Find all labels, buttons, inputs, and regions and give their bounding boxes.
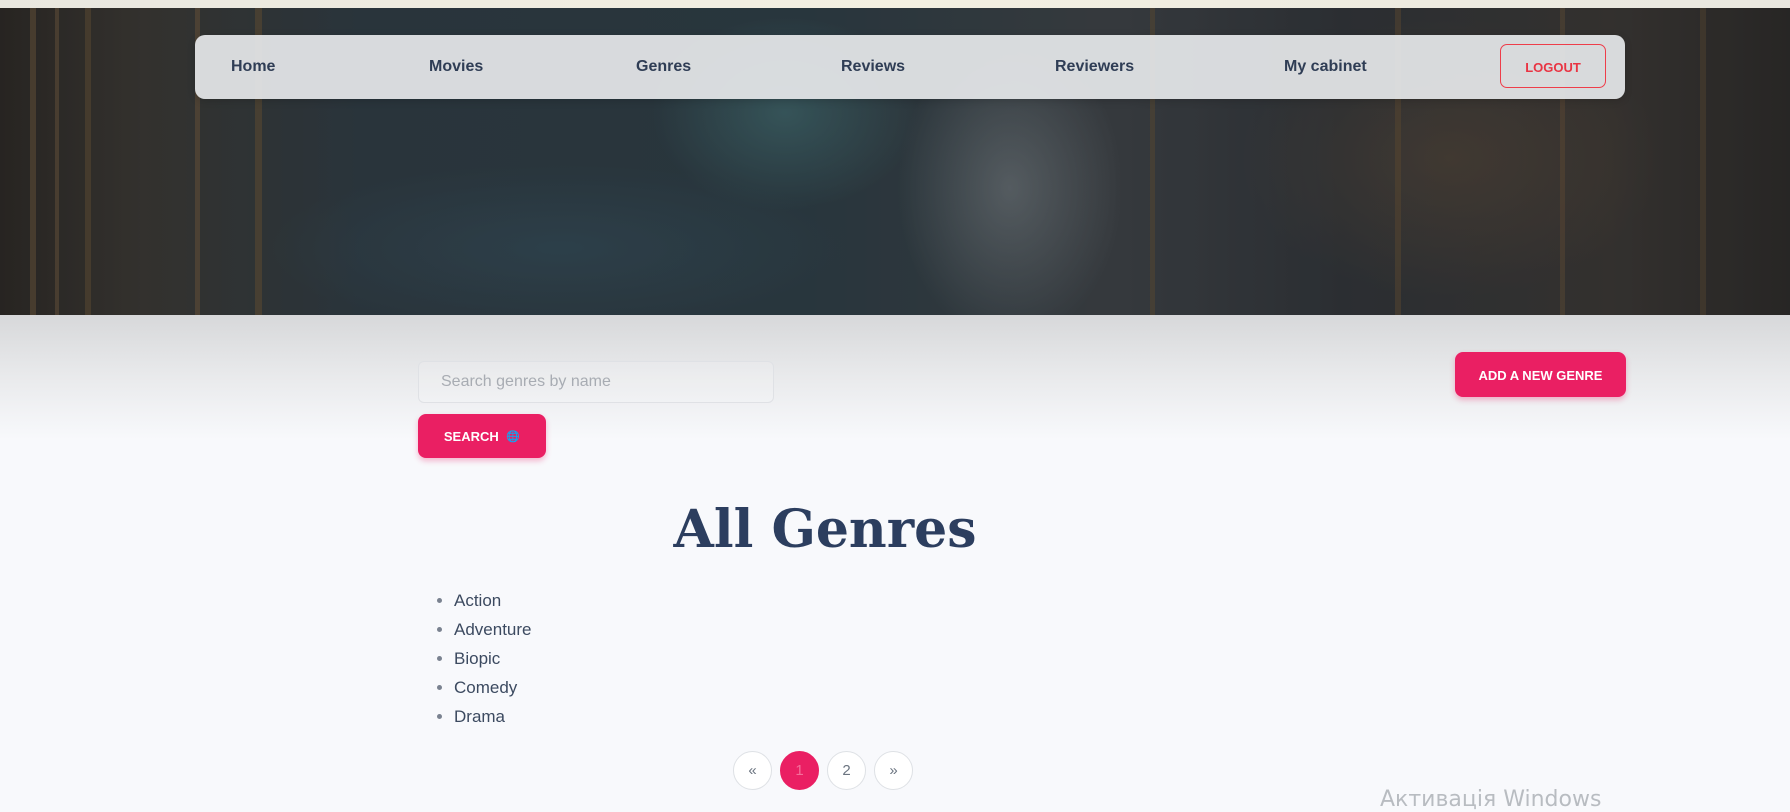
nav-genres[interactable]: Genres	[636, 35, 691, 99]
nav-reviewers[interactable]: Reviewers	[1055, 35, 1134, 99]
nav-movies[interactable]: Movies	[429, 35, 483, 99]
pagination-prev[interactable]: «	[733, 751, 772, 790]
nav-home[interactable]: Home	[231, 35, 275, 99]
genre-name[interactable]: Comedy	[454, 678, 517, 697]
search-button-label: SEARCH	[443, 429, 499, 444]
genre-item[interactable]: Adventure	[454, 618, 532, 647]
genre-item[interactable]: Biopic	[454, 647, 532, 676]
genre-list: Action Adventure Biopic Comedy Drama	[432, 589, 532, 734]
pagination-page-2[interactable]: 2	[827, 751, 866, 790]
pagination-next[interactable]: »	[874, 751, 913, 790]
genre-item[interactable]: Comedy	[454, 676, 532, 705]
windows-activation-watermark: Активація Windows	[1380, 787, 1602, 812]
globe-icon: 🌐	[506, 431, 521, 443]
page-title: All Genres	[673, 499, 977, 560]
genre-name[interactable]: Biopic	[454, 649, 500, 668]
genre-name[interactable]: Action	[454, 591, 501, 610]
genre-item[interactable]: Drama	[454, 705, 532, 734]
navbar: Home Movies Genres Reviews Reviewers My …	[195, 35, 1625, 99]
pagination-page-1[interactable]: 1	[780, 751, 819, 790]
nav-reviews[interactable]: Reviews	[841, 35, 905, 99]
logout-button[interactable]: LOGOUT	[1500, 44, 1606, 88]
search-button[interactable]: SEARCH 🌐	[418, 414, 546, 458]
add-genre-button[interactable]: ADD A NEW GENRE	[1455, 352, 1626, 397]
nav-my-cabinet[interactable]: My cabinet	[1284, 35, 1367, 99]
top-strip	[0, 0, 1790, 8]
search-input[interactable]	[418, 361, 774, 403]
genre-name[interactable]: Adventure	[454, 620, 532, 639]
genre-name[interactable]: Drama	[454, 707, 505, 726]
genre-item[interactable]: Action	[454, 589, 532, 618]
